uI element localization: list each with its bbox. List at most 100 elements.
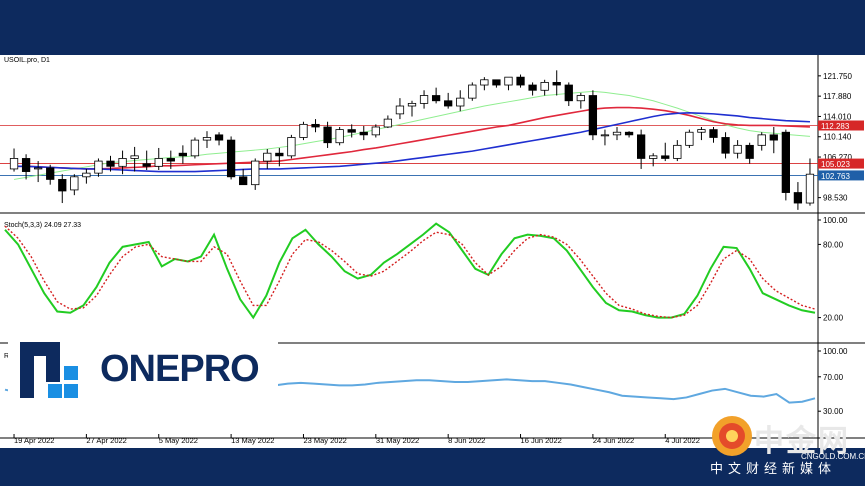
candle-body <box>106 160 115 167</box>
x-tick-label: 27 Apr 2022 <box>86 436 126 445</box>
candle-body <box>202 137 212 141</box>
candle-body <box>600 134 610 137</box>
candle-body <box>757 134 766 146</box>
x-tick-label: 31 May 2022 <box>376 436 419 445</box>
candle-body <box>419 95 429 104</box>
price-y-tick-label: 98.530 <box>823 194 848 203</box>
candle-body <box>733 144 742 154</box>
candle-body <box>456 97 465 107</box>
candle-body <box>214 134 224 141</box>
stochastic-y-tick-label: 100.00 <box>823 216 848 225</box>
rsi-y-tick-label: 70.00 <box>823 373 844 382</box>
candle-body <box>251 160 260 186</box>
candle-body <box>287 137 296 157</box>
price-y-tick-label: 121.750 <box>823 72 852 81</box>
candle-body <box>21 158 31 172</box>
price-y-tick-label: 117.880 <box>823 92 852 101</box>
candle-body <box>311 123 320 128</box>
rsi-y-tick-label: 100.00 <box>823 347 848 356</box>
candle-body <box>624 131 634 136</box>
candle-body <box>528 84 537 91</box>
candle-body <box>649 155 658 159</box>
stochastic-line <box>4 222 816 320</box>
candle-body <box>226 139 236 178</box>
candle-body <box>781 131 790 193</box>
stochastic-title: Stoch(5,3,3) 24.09 27.33 <box>4 222 81 229</box>
candle-body <box>359 131 368 136</box>
candle-body <box>661 155 670 159</box>
candle-body <box>9 158 19 170</box>
candle-body <box>492 79 501 86</box>
candle-body <box>46 167 55 180</box>
candle-body <box>480 79 489 86</box>
cngold-url: CNGOLD.COM.CN <box>801 452 865 461</box>
candle-body <box>769 134 778 141</box>
x-tick-label: 24 Jun 2022 <box>593 436 634 445</box>
x-tick-label: 23 May 2022 <box>303 436 346 445</box>
price-y-tick-label: 110.140 <box>823 133 852 142</box>
candle-body <box>190 139 200 157</box>
x-tick-label: 8 Jun 2022 <box>448 436 485 445</box>
candle-body <box>576 95 585 102</box>
stochastic-line <box>4 225 816 319</box>
candle-body <box>468 84 477 99</box>
candle-body <box>383 118 393 128</box>
candle-body <box>745 144 754 159</box>
candle-body <box>516 76 525 86</box>
candle-body <box>142 163 151 167</box>
candle-body <box>504 76 513 86</box>
price-level-label: 112.283 <box>821 122 850 131</box>
onepro-logo: ONEPRO <box>8 330 278 410</box>
candle-body <box>58 179 67 192</box>
candle-body <box>673 144 682 159</box>
candle-body <box>709 129 718 138</box>
candle-body <box>564 84 573 102</box>
candle-body <box>323 126 332 144</box>
price-level-label: 102.763 <box>821 172 850 181</box>
x-tick-label: 16 Jun 2022 <box>521 436 562 445</box>
candle-body <box>540 82 549 91</box>
candle-body <box>685 131 694 146</box>
candle-body <box>34 167 43 170</box>
candle-body <box>239 176 248 186</box>
candle-body <box>82 172 91 178</box>
candle-body <box>166 158 175 162</box>
candle-body <box>721 137 730 154</box>
candle-body <box>178 152 188 157</box>
x-tick-label: 13 May 2022 <box>231 436 274 445</box>
cngold-logo: 中金网 中文财经新媒体 CNGOLD.COM.CN <box>706 410 865 482</box>
price-level-label: 105.023 <box>821 160 850 169</box>
price-panel-title: USOIL.pro, D1 <box>4 57 50 64</box>
candle-body <box>94 160 103 174</box>
stochastic-y-tick-label: 20.00 <box>823 314 844 323</box>
x-tick-label: 4 Jul 2022 <box>665 436 700 445</box>
cngold-emblem-icon <box>712 416 752 456</box>
candle-body <box>697 129 706 133</box>
candle-body <box>552 82 561 86</box>
candle-body <box>444 100 453 107</box>
candle-body <box>299 123 308 138</box>
price-panel-bg <box>0 55 865 213</box>
price-y-tick-label: 114.010 <box>823 112 852 121</box>
candle-body <box>275 152 284 157</box>
candle-body <box>588 95 598 136</box>
candle-body <box>130 155 139 159</box>
candle-body <box>154 158 163 167</box>
candle-body <box>793 192 803 204</box>
onepro-wordmark: ONEPRO <box>100 348 260 390</box>
candle-body <box>612 131 622 136</box>
x-tick-label: 19 Apr 2022 <box>14 436 54 445</box>
candle-body <box>805 173 815 204</box>
onepro-mark-icon <box>20 342 78 398</box>
candle-body <box>118 158 127 167</box>
candle-body <box>335 129 344 144</box>
stochastic-y-tick-label: 80.00 <box>823 240 844 249</box>
candle-body <box>636 134 646 159</box>
candle-body <box>431 95 441 102</box>
stochastic-panel: Stoch(5,3,3) 24.09 27.33 100.00 80.00 20.00 <box>0 216 865 344</box>
x-tick-label: 5 May 2022 <box>159 436 198 445</box>
candle-body <box>263 152 272 162</box>
candle-body <box>70 176 79 191</box>
candle-body <box>395 105 405 115</box>
candle-body <box>407 102 417 107</box>
